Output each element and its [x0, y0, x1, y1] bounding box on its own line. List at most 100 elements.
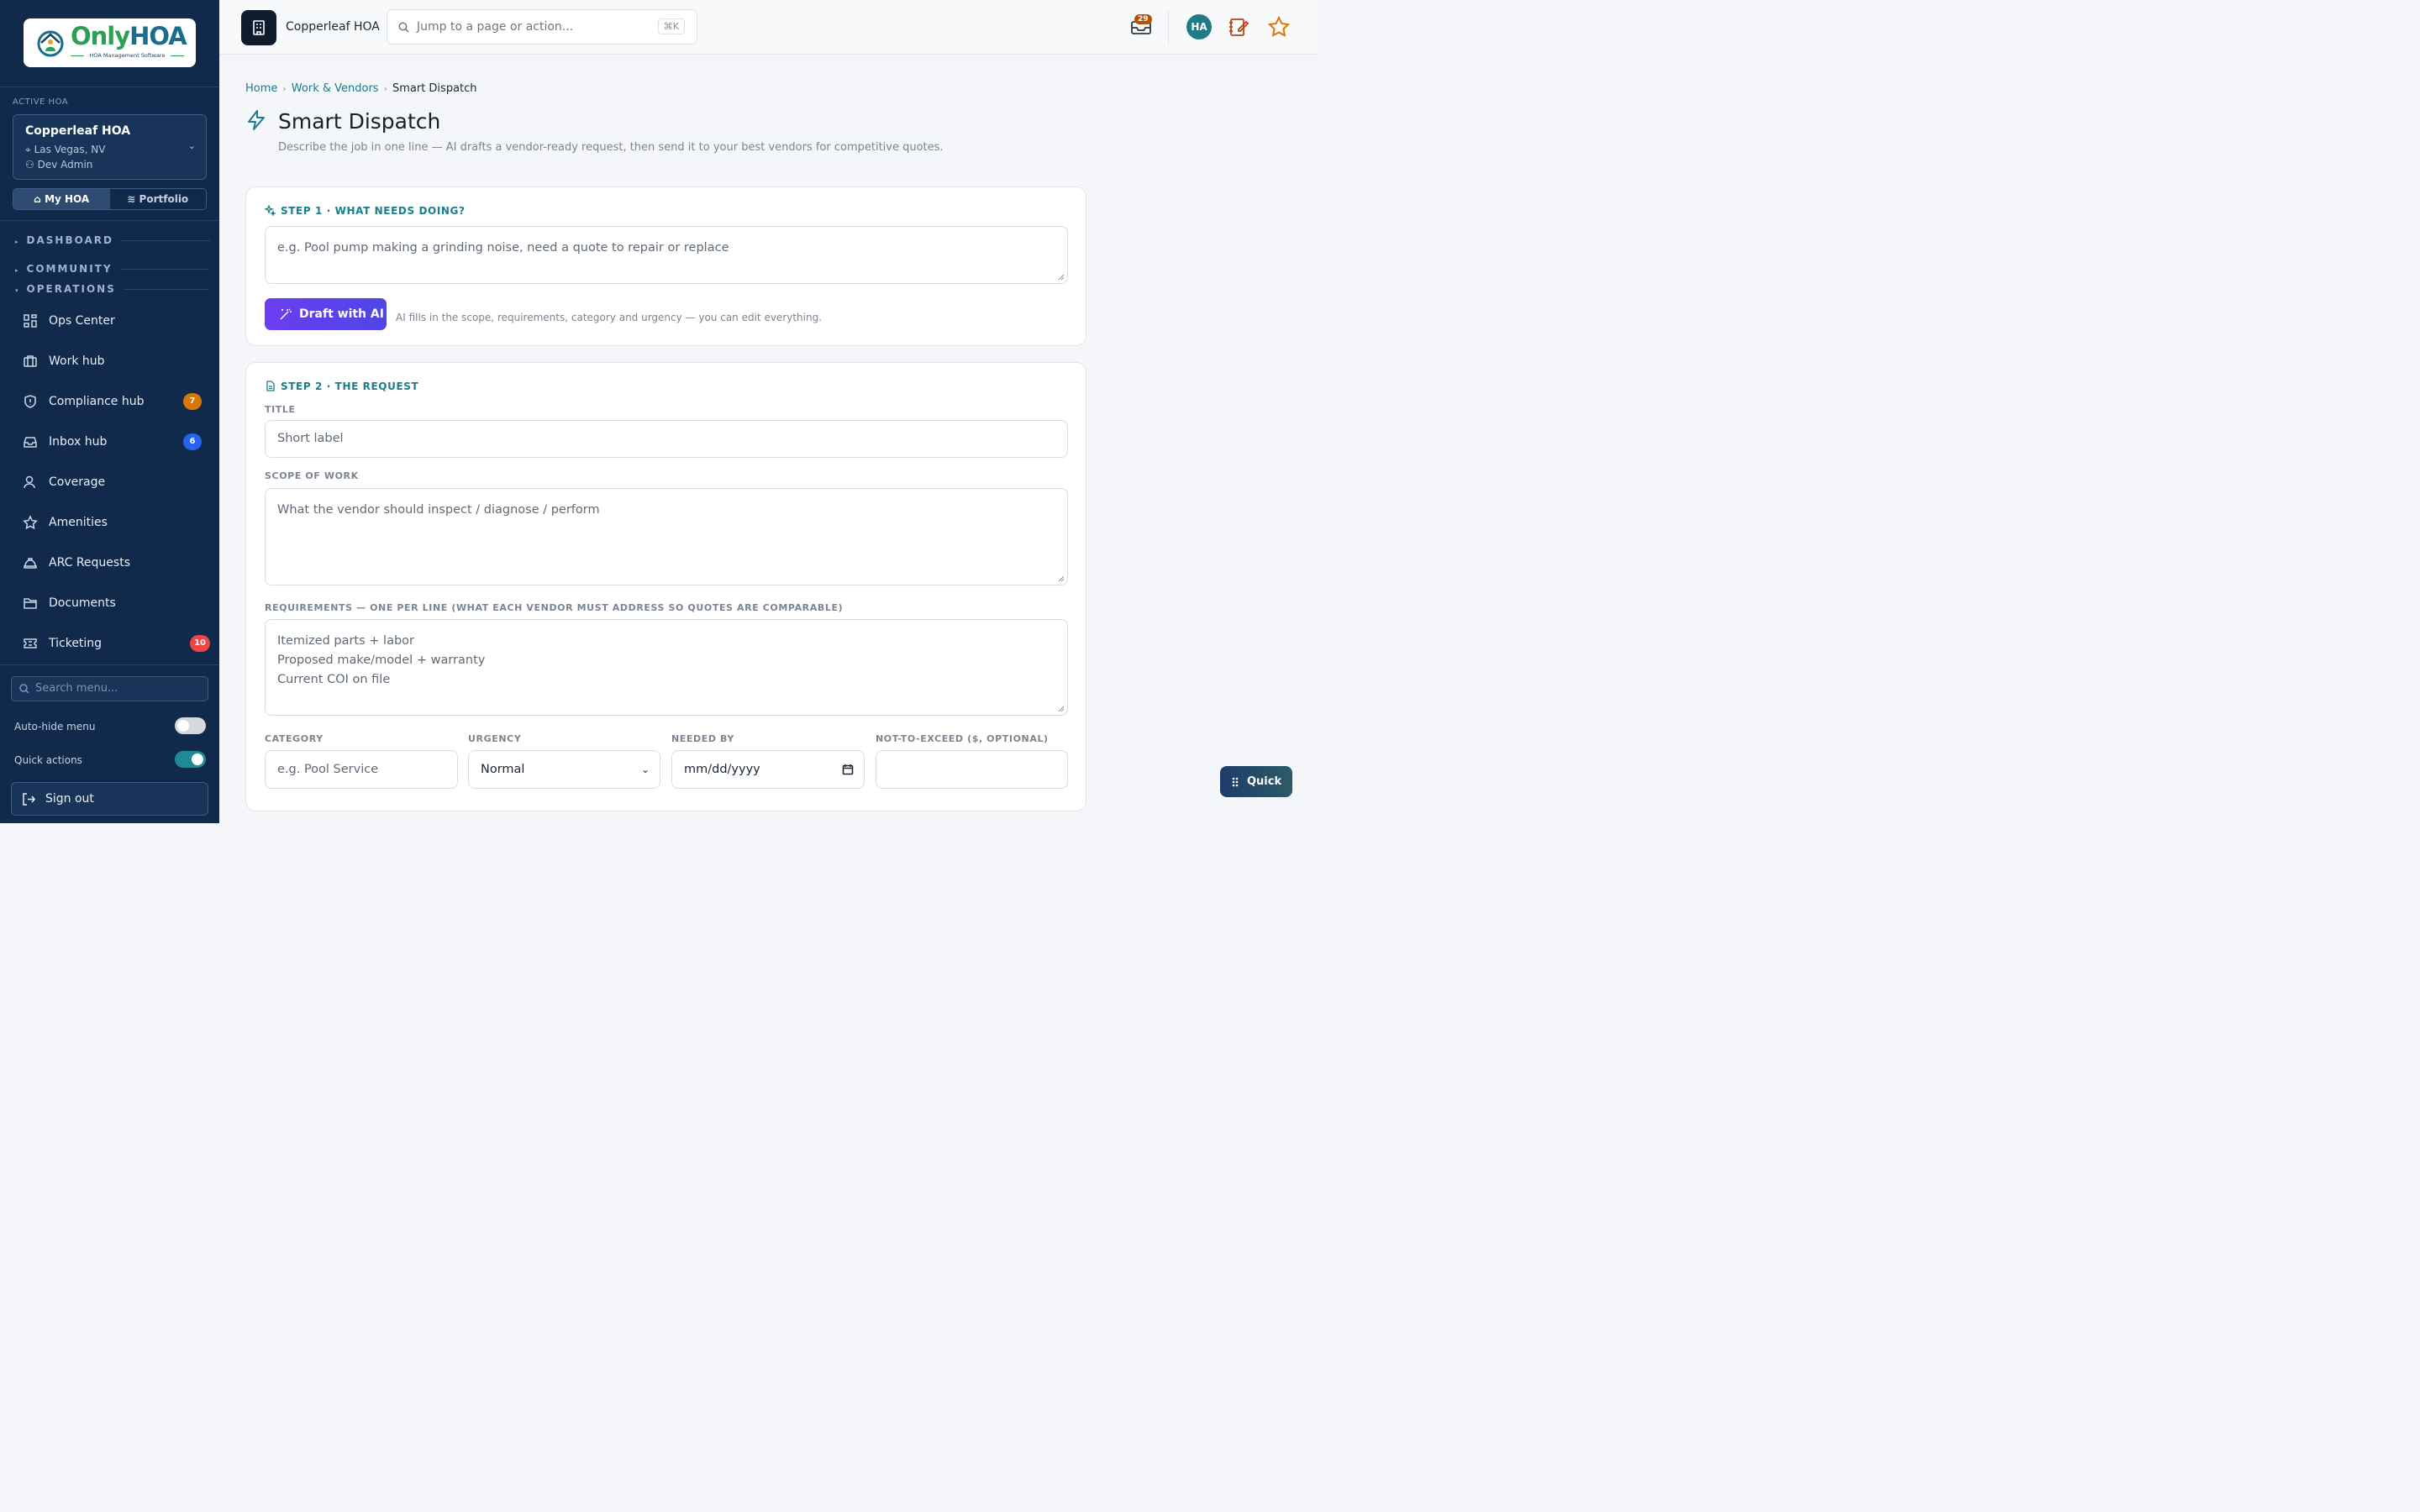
- scope-label: SCOPE OF WORK: [265, 470, 359, 481]
- draft-with-ai-button[interactable]: Draft with AI: [265, 298, 387, 330]
- sidebar-item-arc-requests[interactable]: ARC Requests: [23, 553, 212, 573]
- sidebar-item-label: Ops Center: [49, 314, 115, 328]
- category-label: CATEGORY: [265, 733, 324, 744]
- logo-text: OnlyHOA: [71, 22, 187, 50]
- grid-icon: [24, 314, 37, 328]
- quick-actions-button[interactable]: Quick: [1220, 766, 1292, 797]
- needed-by-label: NEEDED BY: [671, 733, 734, 744]
- breadcrumb-current: Smart Dispatch: [392, 82, 477, 95]
- sidebar-item-label: Work hub: [49, 354, 105, 368]
- star-icon[interactable]: [1267, 15, 1291, 39]
- sidebar-item-label: Amenities: [49, 516, 108, 529]
- sign-out-button[interactable]: Sign out: [11, 782, 208, 816]
- step2-heading: STEP 2 · THE REQUEST: [265, 381, 418, 392]
- breadcrumb-work-vendors[interactable]: Work & Vendors: [292, 82, 379, 95]
- page-subtitle: Describe the job in one line — AI drafts…: [278, 141, 944, 154]
- hoa-name: Copperleaf HOA: [25, 124, 131, 138]
- shield-icon: [24, 395, 36, 408]
- inbox-count-badge: 29: [1134, 14, 1152, 24]
- section-community[interactable]: ▸ COMMUNITY: [15, 263, 209, 275]
- briefcase-icon: [24, 355, 37, 367]
- urgency-label: URGENCY: [468, 733, 522, 744]
- breadcrumb-home[interactable]: Home: [245, 82, 277, 95]
- tab-portfolio[interactable]: ≋ Portfolio: [110, 189, 207, 209]
- notebook-pen-icon[interactable]: [1227, 15, 1250, 39]
- logo[interactable]: OnlyHOA HOA Management Software: [24, 18, 196, 67]
- map-pin-icon: ⌖: [25, 144, 31, 155]
- layers-icon: ≋: [127, 193, 136, 205]
- search-icon: [398, 22, 409, 33]
- urgency-select[interactable]: Normal ⌄: [468, 750, 660, 789]
- caret-right-icon: ▸: [15, 239, 20, 245]
- not-to-exceed-label: NOT-TO-EXCEED ($, OPTIONAL): [876, 733, 1049, 744]
- section-operations[interactable]: ▾ OPERATIONS: [15, 283, 208, 295]
- divider: [0, 664, 219, 665]
- quick-actions-row: Quick actions: [14, 751, 206, 768]
- sidebar-item-label: Inbox hub: [49, 435, 108, 449]
- resize-grip-icon[interactable]: [1058, 575, 1065, 582]
- resize-grip-icon[interactable]: [1058, 706, 1065, 712]
- user-icon: [24, 475, 35, 489]
- shortcut-hint: ⌘K: [657, 18, 685, 34]
- calendar-icon[interactable]: [842, 764, 854, 775]
- sidebar-item-documents[interactable]: Documents: [23, 593, 212, 613]
- dots-grid-icon: [1232, 777, 1239, 787]
- sidebar-item-label: Compliance hub: [49, 395, 145, 408]
- magic-wand-icon: [280, 308, 292, 320]
- lightning-icon: [248, 110, 265, 130]
- avatar[interactable]: HA: [1186, 14, 1212, 39]
- logo-tagline: HOA Management Software: [71, 52, 184, 59]
- auto-hide-toggle[interactable]: [175, 717, 206, 734]
- needed-by-date-input[interactable]: mm/dd/yyyy: [671, 750, 865, 789]
- inbox-badge: 6: [183, 433, 202, 450]
- title-input[interactable]: Short label: [265, 420, 1068, 458]
- sidebar-item-compliance-hub[interactable]: Compliance hub 7: [23, 391, 212, 412]
- sidebar: OnlyHOA HOA Management Software ACTIVE H…: [0, 0, 219, 823]
- requirements-input[interactable]: Itemized parts + labor Proposed make/mod…: [265, 619, 1068, 716]
- org-name: Copperleaf HOA: [286, 20, 380, 34]
- job-description-input[interactable]: e.g. Pool pump making a grinding noise, …: [265, 226, 1068, 284]
- person-icon: ⚇: [25, 159, 34, 171]
- quick-actions-label: Quick actions: [14, 754, 82, 766]
- chevron-down-icon: ⌄: [187, 140, 196, 151]
- requirement-line: Proposed make/model + warranty: [277, 654, 486, 667]
- requirements-label: REQUIREMENTS — ONE PER LINE (WHAT EACH V…: [265, 602, 844, 613]
- section-dashboard[interactable]: ▸ DASHBOARD: [15, 234, 210, 246]
- hoa-user: ⚇ Dev Admin: [25, 159, 93, 171]
- step2-card: STEP 2 · THE REQUEST TITLE Short label S…: [245, 362, 1086, 811]
- not-to-exceed-input[interactable]: [876, 750, 1068, 789]
- caret-right-icon: ▸: [15, 267, 20, 274]
- sidebar-item-ticketing[interactable]: Ticketing 10: [23, 633, 212, 654]
- sidebar-item-work-hub[interactable]: Work hub: [23, 351, 212, 371]
- sidebar-item-amenities[interactable]: Amenities: [23, 512, 212, 533]
- hoa-switcher[interactable]: Copperleaf HOA ⌖ Las Vegas, NV ⚇ Dev Adm…: [13, 114, 207, 180]
- hoa-location: ⌖ Las Vegas, NV: [25, 144, 106, 155]
- category-input[interactable]: e.g. Pool Service: [265, 750, 458, 789]
- tab-my-hoa[interactable]: ⌂ My HOA: [13, 189, 110, 209]
- sidebar-item-label: Ticketing: [49, 637, 103, 650]
- logout-icon: [23, 793, 35, 806]
- ticket-icon: [24, 638, 37, 648]
- sidebar-item-inbox-hub[interactable]: Inbox hub 6: [23, 432, 212, 452]
- auto-hide-row: Auto-hide menu: [14, 717, 206, 734]
- sidebar-item-ops-center[interactable]: Ops Center: [23, 311, 212, 331]
- chevron-down-icon: ⌄: [640, 764, 650, 775]
- sidebar-item-coverage[interactable]: Coverage: [23, 472, 212, 492]
- home-icon: ⌂: [34, 193, 41, 205]
- page-title: Smart Dispatch: [278, 109, 441, 134]
- search-menu-input[interactable]: Search menu...: [11, 676, 208, 701]
- scope-toggle: ⌂ My HOA ≋ Portfolio: [13, 188, 207, 210]
- ai-hint-text: AI fills in the scope, requirements, cat…: [396, 312, 823, 323]
- resize-grip-icon[interactable]: [1058, 274, 1065, 281]
- jump-search-input[interactable]: Jump to a page or action... ⌘K: [387, 9, 697, 45]
- quick-actions-toggle[interactable]: [175, 751, 206, 768]
- sidebar-item-label: Documents: [49, 596, 116, 610]
- scope-of-work-input[interactable]: What the vendor should inspect / diagnos…: [265, 488, 1068, 585]
- auto-hide-label: Auto-hide menu: [14, 721, 96, 732]
- sidebar-item-label: Coverage: [49, 475, 106, 489]
- compliance-badge: 7: [183, 393, 202, 410]
- requirement-line: Current COI on file: [277, 673, 391, 686]
- org-building-icon[interactable]: [241, 10, 276, 45]
- folder-icon: [24, 598, 37, 609]
- step1-card: STEP 1 · WHAT NEEDS DOING? e.g. Pool pum…: [245, 186, 1086, 346]
